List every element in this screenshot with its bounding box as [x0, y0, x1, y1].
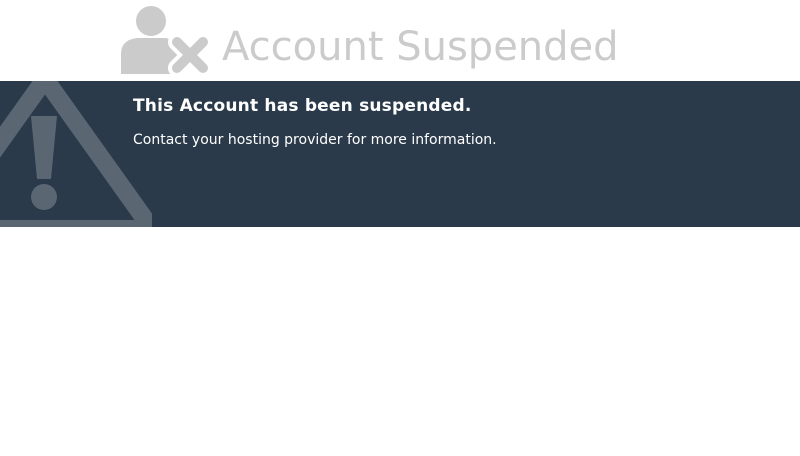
- page-header: Account Suspended: [0, 0, 800, 81]
- suspension-heading: This Account has been suspended.: [133, 96, 472, 116]
- suspension-banner: This Account has been suspended. Contact…: [0, 81, 800, 227]
- warning-icon: [0, 81, 152, 227]
- user-suspended-icon: [121, 6, 211, 74]
- suspension-message: Contact your hosting provider for more i…: [133, 132, 497, 148]
- page-title: Account Suspended: [222, 24, 619, 70]
